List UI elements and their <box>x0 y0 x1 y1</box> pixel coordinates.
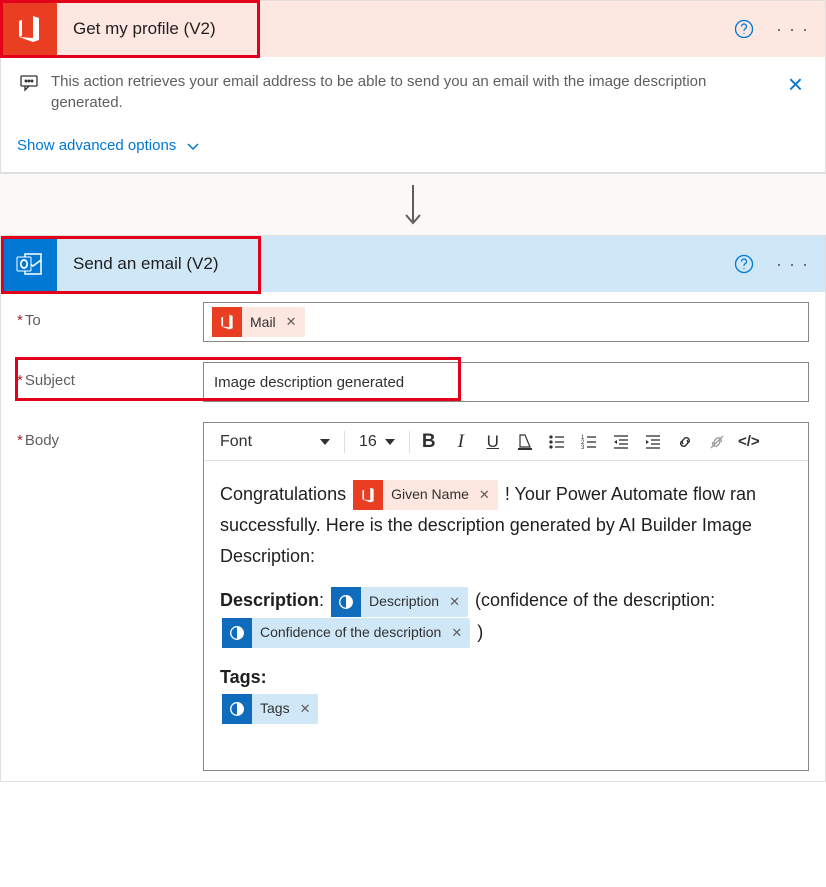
advanced-options-label: Show advanced options <box>17 137 176 154</box>
remove-token-icon[interactable]: ✕ <box>477 484 498 506</box>
remove-token-icon[interactable]: ✕ <box>449 622 470 644</box>
more-icon[interactable]: · · · <box>772 250 813 279</box>
font-select[interactable]: Font <box>210 423 340 460</box>
card-header[interactable]: Send an email (V2) · · · <box>1 236 825 292</box>
note-text: This action retrieves your email address… <box>51 71 760 113</box>
remove-token-icon[interactable]: ✕ <box>447 591 468 613</box>
card-title: Send an email (V2) <box>57 254 734 274</box>
token-given-name[interactable]: Given Name ✕ <box>353 480 498 510</box>
help-icon[interactable] <box>734 19 754 39</box>
unlink-button[interactable] <box>702 427 732 457</box>
token-mail[interactable]: Mail ✕ <box>212 307 305 337</box>
office-icon <box>212 307 242 337</box>
editor-toolbar: Font 16 B I U 123 </> <box>204 423 808 461</box>
close-icon[interactable]: × <box>784 71 807 97</box>
subject-label: *Subject <box>17 362 203 389</box>
svg-text:3: 3 <box>581 445 585 451</box>
bold-button[interactable]: B <box>414 427 444 457</box>
outlook-icon <box>1 236 57 292</box>
card-header[interactable]: Get my profile (V2) · · · <box>1 1 825 57</box>
advanced-options-link[interactable]: Show advanced options <box>1 123 825 172</box>
remove-token-icon[interactable]: ✕ <box>298 698 319 720</box>
number-list-button[interactable]: 123 <box>574 427 604 457</box>
comment-icon <box>19 73 39 93</box>
token-confidence[interactable]: Confidence of the description ✕ <box>222 618 470 648</box>
to-input[interactable]: Mail ✕ <box>203 302 809 342</box>
card-title: Get my profile (V2) <box>57 19 734 39</box>
more-icon[interactable]: · · · <box>772 15 813 44</box>
chevron-down-icon <box>186 139 200 153</box>
to-label: *To <box>17 302 203 329</box>
office-icon <box>353 480 383 510</box>
bullet-list-button[interactable] <box>542 427 572 457</box>
color-button[interactable] <box>510 427 540 457</box>
action-card-get-profile: Get my profile (V2) · · · This action re… <box>0 0 826 173</box>
indent-button[interactable] <box>638 427 668 457</box>
subject-input[interactable]: Image description generated <box>203 362 809 402</box>
code-view-button[interactable]: </> <box>734 427 764 457</box>
token-tags[interactable]: Tags ✕ <box>222 694 318 724</box>
body-editor: Font 16 B I U 123 </> <box>203 422 809 771</box>
italic-button[interactable]: I <box>446 427 476 457</box>
ai-builder-icon <box>222 618 252 648</box>
body-label: *Body <box>17 422 203 449</box>
outdent-button[interactable] <box>606 427 636 457</box>
font-size-select[interactable]: 16 <box>349 423 405 460</box>
help-icon[interactable] <box>734 254 754 274</box>
link-button[interactable] <box>670 427 700 457</box>
body-content[interactable]: Congratulations Given Name ✕ ! Your Powe… <box>204 461 808 770</box>
flow-connector <box>0 173 826 235</box>
ai-builder-icon <box>331 587 361 617</box>
office-icon <box>1 1 57 57</box>
token-description[interactable]: Description ✕ <box>331 587 468 617</box>
action-card-send-email: Send an email (V2) · · · *To Mail <box>0 235 826 782</box>
remove-token-icon[interactable]: ✕ <box>284 314 305 330</box>
underline-button[interactable]: U <box>478 427 508 457</box>
ai-builder-icon <box>222 694 252 724</box>
